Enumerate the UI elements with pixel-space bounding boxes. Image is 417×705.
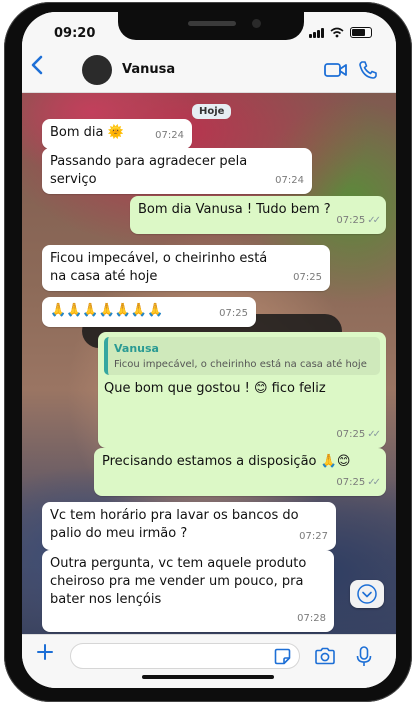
message-bubble[interactable]: Bom dia Vanusa ! Tudo bem ? 07:25 ✓✓ xyxy=(130,196,386,234)
chevron-left-icon xyxy=(31,55,43,75)
microphone-button[interactable] xyxy=(356,646,372,672)
message-meta: 07:25 ✓✓ xyxy=(336,212,381,230)
attach-button[interactable] xyxy=(36,640,54,666)
status-time: 09:20 xyxy=(54,26,96,41)
message-time: 07:28 xyxy=(297,613,326,624)
battery-icon xyxy=(350,27,372,38)
video-call-button[interactable] xyxy=(324,62,348,82)
read-ticks-icon: ✓✓ xyxy=(367,477,381,488)
chevron-down-icon xyxy=(357,584,377,604)
message-input[interactable] xyxy=(70,643,300,669)
contact-name[interactable]: Vanusa xyxy=(122,62,175,77)
message-time: 07:24 xyxy=(155,130,184,141)
video-call-icon xyxy=(324,63,347,77)
message-bubble[interactable]: Bom dia 🌞 07:24 xyxy=(42,119,192,149)
message-time: 07:25 xyxy=(336,477,366,488)
message-meta: 07:25 ✓✓ xyxy=(336,426,381,444)
message-bubble[interactable]: Precisando estamos a disposição 🙏😊 07:25… xyxy=(94,448,386,496)
message-meta: 07:27 xyxy=(299,528,328,546)
message-text: 🙏🙏🙏🙏🙏🙏🙏 xyxy=(50,303,164,318)
microphone-icon xyxy=(356,646,372,666)
sticker-icon xyxy=(274,648,291,665)
camera-button[interactable] xyxy=(314,647,336,669)
message-time: 07:27 xyxy=(299,531,328,542)
message-meta: 07:25 xyxy=(293,269,322,287)
message-bubble[interactable]: 🙏🙏🙏🙏🙏🙏🙏 07:25 xyxy=(42,297,256,327)
phone-notch xyxy=(118,12,304,40)
camera-icon xyxy=(315,647,335,665)
message-text: Bom dia 🌞 xyxy=(50,125,124,140)
message-time: 07:25 xyxy=(293,272,322,283)
message-text: Bom dia Vanusa ! Tudo bem ? xyxy=(138,202,331,217)
back-button[interactable] xyxy=(30,54,44,81)
input-bar xyxy=(22,634,396,688)
date-label: Hoje xyxy=(192,104,232,119)
phone-frame: 09:20 Vanusa Hoje Bom dia 🌞 07:24 Passan… xyxy=(4,2,412,702)
plus-icon xyxy=(37,644,53,660)
message-text: Passando para agradecer pela serviço xyxy=(50,154,248,187)
quoted-author: Vanusa xyxy=(114,342,159,355)
message-text: Ficou impecável, o cheirinho está na cas… xyxy=(50,251,268,284)
message-text: Vc tem horário pra lavar os bancos do pa… xyxy=(50,508,299,541)
wifi-icon xyxy=(330,27,344,38)
voice-call-button[interactable] xyxy=(358,60,378,84)
signal-icon xyxy=(309,27,324,38)
speaker-grille xyxy=(188,21,236,26)
message-bubble[interactable]: Vanusa Ficou impecável, o cheirinho está… xyxy=(98,332,386,448)
message-bubble[interactable]: Vc tem horário pra lavar os bancos do pa… xyxy=(42,502,336,550)
message-time: 07:24 xyxy=(275,175,304,186)
quoted-text: Ficou impecável, o cheirinho está na cas… xyxy=(114,359,367,370)
home-indicator xyxy=(142,675,274,679)
read-ticks-icon: ✓✓ xyxy=(367,215,381,226)
message-time: 07:25 xyxy=(336,429,366,440)
message-bubble[interactable]: Outra pergunta, vc tem aquele produto ch… xyxy=(42,550,334,632)
message-bubble[interactable]: Ficou impecável, o cheirinho está na cas… xyxy=(42,245,330,291)
phone-call-icon xyxy=(359,61,377,79)
sticker-button[interactable] xyxy=(274,648,291,669)
message-meta: 07:24 xyxy=(155,127,184,145)
front-camera xyxy=(252,19,261,28)
message-text: Precisando estamos a disposição 🙏😊 xyxy=(102,454,351,469)
message-bubble[interactable]: Passando para agradecer pela serviço 07:… xyxy=(42,148,312,194)
message-time: 07:25 xyxy=(336,215,366,226)
status-icons xyxy=(309,27,372,38)
quoted-message[interactable]: Vanusa Ficou impecável, o cheirinho está… xyxy=(104,337,380,375)
scroll-down-button[interactable] xyxy=(350,580,384,608)
message-text: Que bom que gostou ! 😊 fico feliz xyxy=(104,381,326,396)
message-meta: 07:28 xyxy=(297,610,326,628)
message-meta: 07:24 xyxy=(275,172,304,190)
phone-screen: 09:20 Vanusa Hoje Bom dia 🌞 07:24 Passan… xyxy=(22,12,396,688)
read-ticks-icon: ✓✓ xyxy=(367,429,381,440)
contact-avatar[interactable] xyxy=(82,55,112,85)
message-time: 07:25 xyxy=(219,308,248,319)
chat-header: Vanusa xyxy=(22,48,396,93)
message-meta: 07:25 xyxy=(219,305,248,323)
message-text: Outra pergunta, vc tem aquele produto ch… xyxy=(50,556,307,607)
chat-area[interactable]: Hoje Bom dia 🌞 07:24 Passando para agrad… xyxy=(22,92,396,634)
message-meta: 07:25 ✓✓ xyxy=(336,474,381,492)
